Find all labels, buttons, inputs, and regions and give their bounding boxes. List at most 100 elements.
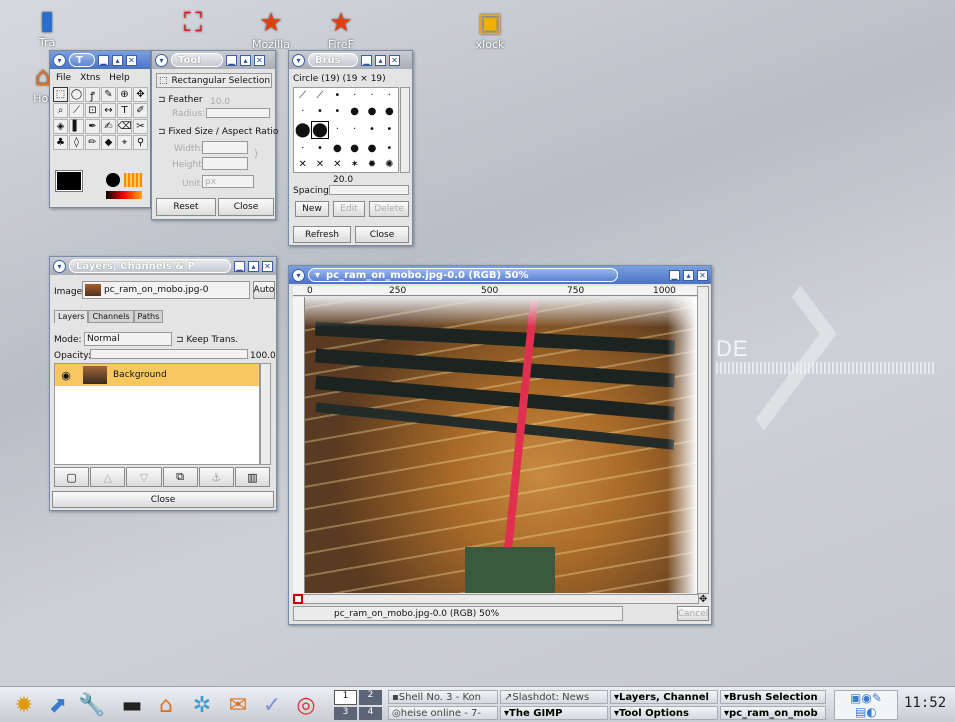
chain-link-icon[interactable]: ⟩ [254,147,258,160]
brush-cell[interactable]: ✶ [350,159,358,170]
help-icon[interactable]: ◎ [292,692,320,720]
new-brush-button[interactable]: New [295,201,329,217]
refresh-button[interactable]: Refresh [293,226,351,243]
task-slashdot[interactable]: ↗ Slashdot: News [500,690,608,704]
brush-cell[interactable]: ● [385,106,394,117]
new-layer-icon[interactable]: ▢ [54,467,90,487]
brushes-titlebar[interactable]: ▾ Brus ▁ ▴ ✕ [289,51,412,69]
tool-button-22[interactable]: ⌖ [117,135,132,150]
menu-xtns[interactable]: Xtns [80,73,100,83]
brush-scrollbar[interactable] [400,87,410,173]
brush-cell[interactable]: ● [368,106,377,117]
tool-button-13[interactable]: ▌ [69,119,84,134]
tool-button-23[interactable]: ⚲ [133,135,148,150]
raise-icon[interactable]: △ [90,467,126,487]
trash-desktop-icon[interactable]: ▮ Tra [30,6,64,49]
eye-icon[interactable]: ◉ [55,369,77,382]
spacing-slider[interactable] [329,185,409,195]
image-canvas[interactable] [305,297,697,593]
horizontal-scrollbar[interactable] [293,594,699,604]
height-spinner[interactable] [202,157,248,170]
window-menu-icon[interactable]: ▾ [53,259,66,273]
brush-cell[interactable]: ● [350,106,359,117]
tool-button-4[interactable]: ⊕ [117,87,132,102]
delete-brush-button[interactable]: Delete [369,201,409,217]
tray-status-icon[interactable]: ◐ [866,705,876,719]
tool-button-21[interactable]: ◆ [101,135,116,150]
layer-row[interactable]: ◉ Background [55,364,259,386]
edit-brush-button[interactable]: Edit [333,201,365,217]
pdf-desktop-icon[interactable]: ⛶ [176,8,210,38]
brush-cell[interactable]: ⬤ [311,120,329,139]
brush-cell[interactable]: · [370,90,373,101]
maximize-icon[interactable]: ▴ [112,54,123,66]
brush-cell[interactable]: · [353,124,356,135]
tool-button-18[interactable]: ♣ [53,135,68,150]
task-gimp[interactable]: ▾ The GIMP [500,706,608,720]
layers-close-button[interactable]: Close [52,491,274,508]
pager-desk-4[interactable]: 4 [359,707,382,720]
clock[interactable]: 11:52 [904,695,946,711]
tool-button-12[interactable]: ◈ [53,119,68,134]
brush-cell[interactable]: • [369,124,375,135]
tray-network-icon[interactable]: ▣ [850,691,861,705]
maximize-icon[interactable]: ▴ [248,260,259,272]
tool-button-10[interactable]: T [117,103,132,118]
reset-button[interactable]: Reset [156,198,216,216]
gradient-indicator[interactable] [106,191,142,199]
trash-icon[interactable]: ▥ [234,467,271,487]
brush-indicator[interactable] [106,173,120,187]
brush-cell[interactable]: · [336,124,339,135]
tool-button-2[interactable]: ꝭ [85,87,100,102]
tool-button-3[interactable]: ✎ [101,87,116,102]
tool-button-14[interactable]: ✒ [85,119,100,134]
pattern-indicator[interactable] [124,173,142,187]
terminal-icon[interactable]: ▬ [118,692,146,720]
task-brush-selection[interactable]: ▾ Brush Selection [720,690,826,704]
toolbox-titlebar[interactable]: ▾ T ▁ ▴ ✕ [50,51,150,69]
brush-cell[interactable]: • [386,143,392,154]
lower-icon[interactable]: ▽ [126,467,162,487]
k-menu-icon[interactable]: ✹ [10,692,38,720]
minimize-icon[interactable]: ▁ [669,269,680,281]
firefox-desktop-icon[interactable]: ★ FireF [318,8,364,51]
window-menu-icon[interactable]: ▾ [155,53,168,67]
tool-options-titlebar[interactable]: ▾ Tool ▁ ▴ ✕ [152,51,275,69]
opacity-slider[interactable] [90,349,248,359]
layer-list-scrollbar[interactable] [260,363,271,465]
auto-button[interactable]: Auto [253,281,275,299]
layers-titlebar[interactable]: ▾ Layers, Channels & P ▁ ▴ ✕ [50,257,276,275]
mozilla-desktop-icon[interactable]: ★ Mozilla [248,8,294,51]
brush-cell[interactable]: ⟋ [316,90,323,101]
brush-cell[interactable]: ● [333,143,342,154]
close-button[interactable]: Close [218,198,274,216]
pager-desk-1[interactable]: 1 [334,690,357,705]
menu-help[interactable]: Help [109,73,130,83]
tray-volume-icon[interactable]: ◉ [861,691,871,705]
mode-select[interactable]: Normal [84,332,172,346]
konqueror-icon[interactable]: ✲ [188,692,216,720]
tool-button-20[interactable]: ✏ [85,135,100,150]
minimize-icon[interactable]: ▁ [226,54,237,66]
task-layers[interactable]: ▾ Layers, Channel [610,690,718,704]
window-menu-icon[interactable]: ▾ [292,53,305,67]
radius-slider[interactable] [206,108,270,118]
brush-cell[interactable]: • [334,90,340,101]
settings-icon[interactable]: 🔧 [78,692,106,720]
duplicate-icon[interactable]: ⧉ [162,467,198,487]
task-tool-options[interactable]: ▾ Tool Options [610,706,718,720]
brush-cell[interactable]: • [334,106,340,117]
close-icon[interactable]: ✕ [254,54,265,66]
tool-button-1[interactable]: ◯ [69,87,84,102]
tool-button-9[interactable]: ↔ [101,103,116,118]
tools-icon[interactable]: ✓ [258,692,286,720]
minimize-icon[interactable]: ▁ [234,260,245,272]
quickmask-icon[interactable] [293,594,303,604]
tool-button-15[interactable]: ✍ [101,119,116,134]
close-icon[interactable]: ✕ [389,54,400,66]
brush-cell[interactable]: • [386,124,392,135]
tab-paths[interactable]: Paths [133,310,164,323]
menu-file[interactable]: File [56,73,71,83]
tool-button-19[interactable]: ◊ [69,135,84,150]
maximize-icon[interactable]: ▴ [240,54,251,66]
